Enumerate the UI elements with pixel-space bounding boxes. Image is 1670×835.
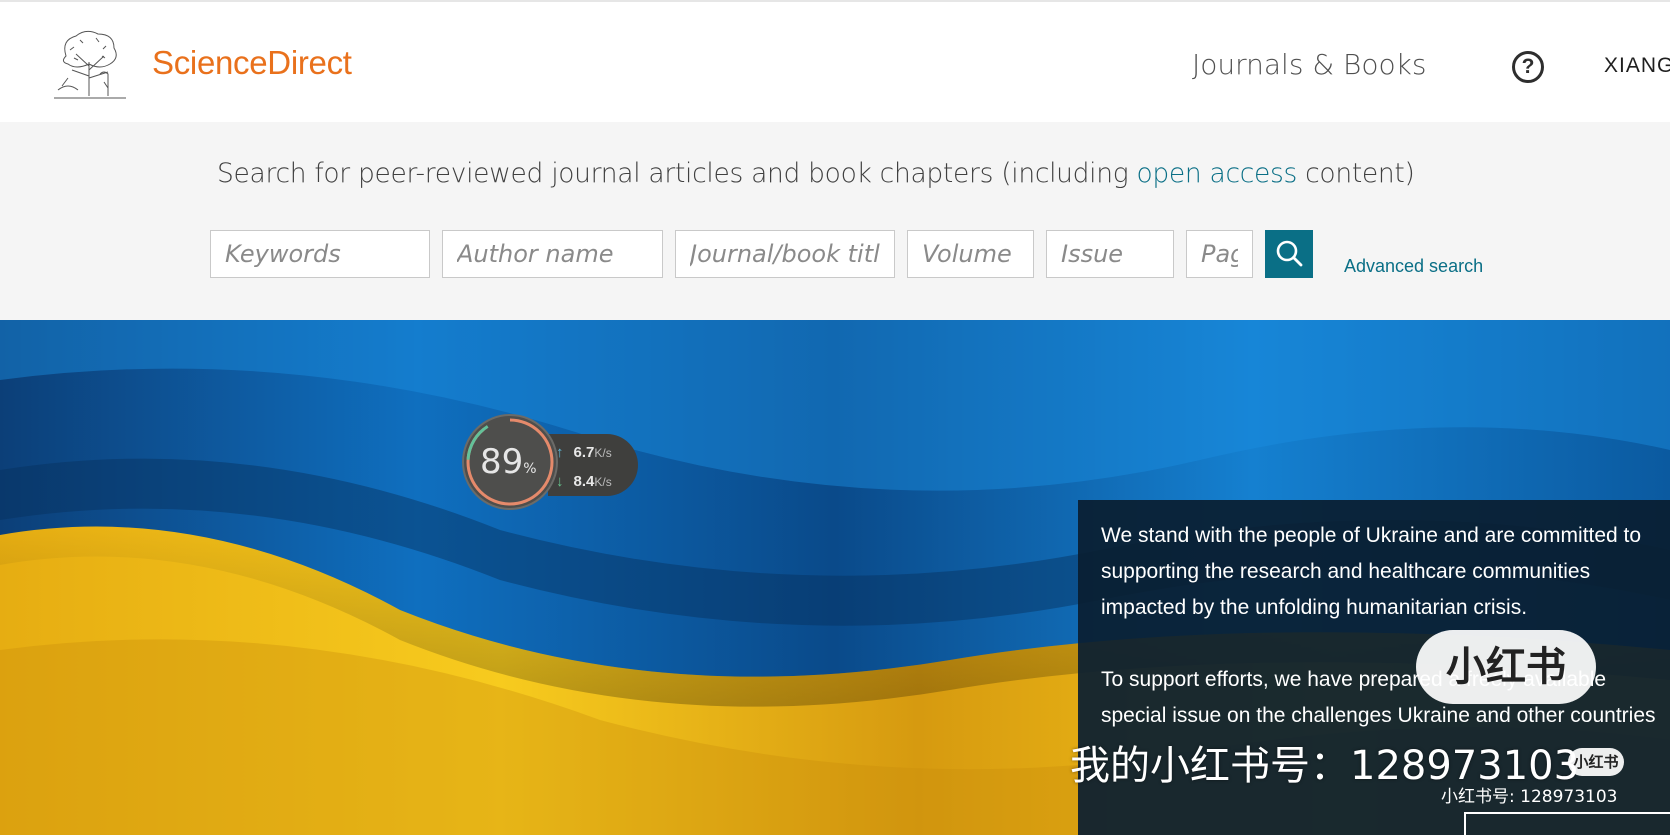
ukraine-line: impacted by the unfolding humanitarian c… — [1101, 596, 1528, 619]
usage-percent: 89% — [480, 442, 537, 482]
issue-input[interactable] — [1046, 230, 1174, 278]
upload-value: 6.7 — [573, 444, 595, 461]
author-name-input[interactable] — [442, 230, 663, 278]
search-section: Search for peer-reviewed journal article… — [0, 122, 1670, 320]
network-speed-widget[interactable]: 89% ↑ 6.7K/s ↓ 8.4K/s — [462, 414, 640, 510]
advanced-search-link[interactable]: Advanced search — [1344, 256, 1483, 277]
user-account-name[interactable]: XIANG — [1604, 54, 1670, 78]
help-icon[interactable]: ? — [1512, 51, 1544, 83]
upload-unit: K/s — [594, 446, 612, 460]
pages-input[interactable] — [1186, 230, 1253, 278]
search-icon — [1276, 240, 1303, 267]
usage-unit: % — [523, 461, 537, 477]
ukraine-message-paragraph-1: We stand with the people of Ukraine and … — [1101, 518, 1641, 626]
download-speed: ↓ 8.4K/s — [556, 473, 612, 490]
brand-name[interactable]: ScienceDirect — [152, 44, 352, 82]
watermark-badge: 小红书 — [1416, 630, 1596, 704]
search-intro-text: Search for peer-reviewed journal article… — [217, 158, 1415, 189]
volume-input[interactable] — [907, 230, 1034, 278]
watermark-text-small: 小红书号: 128973103 — [1441, 787, 1618, 807]
usage-value: 89 — [480, 442, 524, 482]
download-unit: K/s — [594, 475, 612, 489]
ukraine-line: We stand with the people of Ukraine and … — [1101, 524, 1642, 547]
ukraine-line: supporting the research and healthcare c… — [1101, 560, 1591, 583]
ukraine-line: special issue on the challenges Ukraine … — [1101, 704, 1656, 727]
keywords-input[interactable] — [210, 230, 430, 278]
download-value: 8.4 — [573, 473, 595, 490]
search-button[interactable] — [1265, 230, 1313, 278]
watermark-badge-small: 小红书 — [1568, 748, 1624, 776]
journal-book-title-input[interactable] — [675, 230, 895, 278]
upload-speed: ↑ 6.7K/s — [556, 444, 612, 461]
elsevier-tree-logo[interactable] — [46, 26, 132, 102]
ukraine-cta-button[interactable] — [1464, 812, 1670, 835]
page: ScienceDirect Journals & Books ? XIANG S… — [0, 0, 1670, 835]
search-intro-after: content) — [1297, 158, 1415, 189]
top-header: ScienceDirect Journals & Books ? XIANG — [0, 0, 1670, 122]
search-intro-before: Search for peer-reviewed journal article… — [217, 158, 1137, 189]
open-access-link[interactable]: open access — [1136, 158, 1297, 189]
arrow-down-icon: ↓ — [556, 473, 564, 490]
nav-journals-books[interactable]: Journals & Books — [1192, 48, 1426, 81]
arrow-up-icon: ↑ — [556, 444, 564, 461]
